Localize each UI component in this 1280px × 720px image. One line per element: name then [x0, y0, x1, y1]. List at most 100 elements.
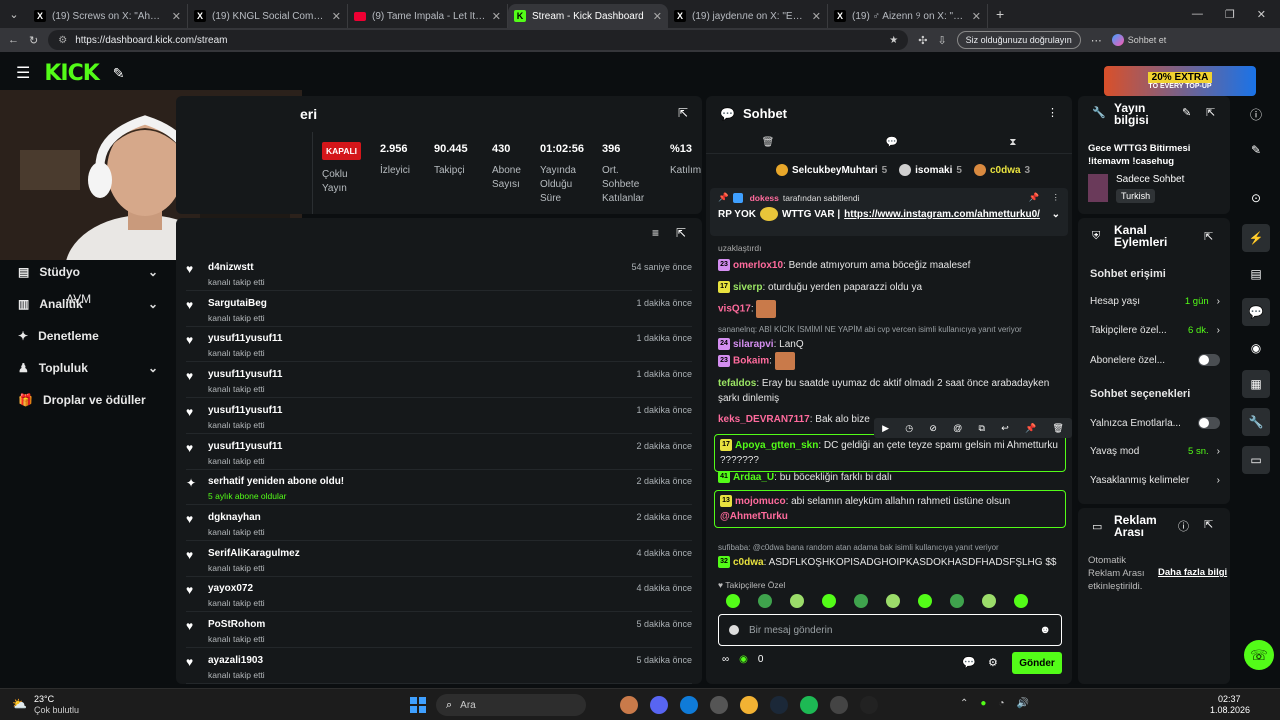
clipboard-icon[interactable]: ▦: [1242, 370, 1270, 398]
sidebar-item[interactable]: ♟ Topluluk ⌄: [0, 352, 176, 384]
chat-username[interactable]: Apoya_gtten_skn: [735, 440, 818, 451]
top-gifter[interactable]: SelcukbeyMuhtari 5: [776, 164, 887, 176]
chat-menu-icon[interactable]: ⋮: [1047, 106, 1058, 119]
help-chat-icon[interactable]: ☏: [1244, 640, 1274, 670]
expand-chevron-icon[interactable]: ⌄: [1052, 209, 1060, 220]
hamburger-menu-icon[interactable]: ☰: [16, 63, 30, 83]
menu-dots-icon[interactable]: ⋯: [1091, 34, 1102, 47]
hourglass-icon[interactable]: ⧗: [1009, 137, 1016, 148]
top-gifter[interactable]: c0dwa 3: [973, 164, 1030, 176]
chat-username[interactable]: mojomuco: [735, 496, 786, 507]
unpin-icon[interactable]: 📌: [1029, 192, 1040, 203]
feed-user-name[interactable]: yayox072: [208, 583, 265, 594]
bookmark-star-icon[interactable]: ★: [889, 35, 898, 46]
maximize-icon[interactable]: ❐: [1225, 8, 1235, 21]
feed-user-name[interactable]: SerifAliKaragulmez: [208, 548, 300, 559]
tray-chevron-icon[interactable]: ⌃: [960, 698, 968, 709]
feed-user-name[interactable]: yusuf11yusuf11: [208, 369, 282, 380]
subs-only-toggle[interactable]: [1198, 354, 1220, 366]
chat-username[interactable]: omerlox10: [733, 260, 783, 271]
browser-tab[interactable]: X (19) ♂ Aizenn ୨ on X: "yemek yay ✕: [828, 4, 988, 28]
news-widget-icon[interactable]: [620, 696, 638, 714]
emote-icon[interactable]: [886, 594, 900, 608]
more-info-link[interactable]: Daha fazla bilgi: [1158, 567, 1227, 578]
chat-username[interactable]: silarapvi: [733, 339, 774, 350]
mention-icon[interactable]: @: [953, 423, 962, 433]
tray-app-icon[interactable]: ●: [980, 698, 986, 709]
reply-icon[interactable]: ↩: [1001, 423, 1009, 434]
pin-tool-icon[interactable]: ✎: [113, 65, 125, 82]
edge-icon[interactable]: [680, 696, 698, 714]
tab-search-icon[interactable]: ⌄: [0, 8, 28, 21]
feed-user-name[interactable]: yusuf11yusuf11: [208, 441, 282, 452]
emote-icon[interactable]: [854, 594, 868, 608]
app-icon[interactable]: [860, 696, 878, 714]
feed-user-name[interactable]: dgknayhan: [208, 512, 265, 523]
chat-input[interactable]: Bir mesaj gönderin ☻: [718, 614, 1062, 646]
tab-close-icon[interactable]: ✕: [653, 10, 662, 23]
account-age-row[interactable]: Hesap yaşı 1 gün ›: [1090, 296, 1220, 307]
browser-tab[interactable]: (9) Tame Impala - Let It Happen (C ✕: [348, 4, 508, 28]
lightning-icon[interactable]: ⚡: [1242, 224, 1270, 252]
filter-icon[interactable]: ≡: [652, 226, 659, 240]
edit-icon[interactable]: ✎: [1242, 136, 1270, 164]
chat-mention[interactable]: @AhmetTurku: [720, 511, 788, 522]
discord-icon[interactable]: [650, 696, 668, 714]
slow-mode-row[interactable]: Yavaş mod 5 sn. ›: [1090, 446, 1220, 457]
top-gifter[interactable]: isomaki 5: [899, 164, 962, 176]
chat-username[interactable]: siverp: [733, 282, 762, 293]
layout-icon[interactable]: ▭: [1242, 446, 1270, 474]
kick-logo[interactable]: KICK: [44, 61, 99, 86]
tab-close-icon[interactable]: ✕: [172, 10, 181, 23]
chat-username[interactable]: visQ17: [718, 304, 751, 315]
feed-user-name[interactable]: serhatif yeniden abone oldu!: [208, 476, 344, 487]
timeout-icon[interactable]: ◷: [905, 423, 913, 434]
tray-network-icon[interactable]: ◔: [998, 698, 1004, 709]
copilot-button[interactable]: Sohbet et: [1111, 34, 1166, 46]
chat-username[interactable]: keks_DEVRAN7117: [718, 414, 810, 425]
chat-username[interactable]: tefaldos: [718, 378, 756, 389]
url-field[interactable]: ⚙ https://dashboard.kick.com/stream ★: [48, 30, 909, 50]
extensions-icon[interactable]: ✣: [918, 34, 927, 47]
tab-close-icon[interactable]: ✕: [332, 10, 341, 23]
feed-user-name[interactable]: PoStRohom: [208, 619, 265, 630]
weather-temp[interactable]: 23°C: [34, 694, 54, 704]
stream-info-popout-icon[interactable]: ⇱: [1206, 106, 1215, 119]
edit-pencil-icon[interactable]: ✎: [1182, 106, 1191, 119]
emote-icon[interactable]: [790, 594, 804, 608]
delete-icon[interactable]: 🗑: [1052, 423, 1063, 434]
files-icon[interactable]: [830, 696, 848, 714]
clock-time[interactable]: 02:37: [1218, 694, 1241, 704]
info-icon[interactable]: ⓘ: [1178, 518, 1189, 534]
chat-username[interactable]: Bokaim: [733, 356, 769, 367]
category-name[interactable]: Sadece Sohbet: [1116, 174, 1184, 185]
tab-close-icon[interactable]: ✕: [972, 10, 981, 23]
reload-icon[interactable]: ↻: [29, 34, 38, 47]
feed-popout-icon[interactable]: ⇱: [676, 226, 686, 240]
back-icon[interactable]: ←: [8, 34, 19, 46]
document-icon[interactable]: ▤: [1242, 260, 1270, 288]
feed-user-name[interactable]: d4nizwstt: [208, 262, 265, 273]
sidebar-item[interactable]: ▤ Stüdyo ⌄: [0, 256, 176, 288]
emote-icon[interactable]: [1014, 594, 1028, 608]
pinned-menu-icon[interactable]: ⋮: [1052, 192, 1061, 203]
chat-tool-icon[interactable]: 💬: [1242, 298, 1270, 326]
followers-only-row[interactable]: Takipçilere özel... 6 dk. ›: [1090, 325, 1220, 336]
ban-icon[interactable]: ⊘: [929, 423, 937, 434]
chat-bubble-settings-icon[interactable]: 💬: [962, 656, 976, 669]
windows-start-icon[interactable]: [410, 697, 426, 713]
tab-close-icon[interactable]: ✕: [492, 10, 501, 23]
feed-user-name[interactable]: SargutaiBeg: [208, 298, 267, 309]
emote-icon[interactable]: [758, 594, 772, 608]
emote-icon[interactable]: [918, 594, 932, 608]
minimize-icon[interactable]: —: [1192, 8, 1203, 21]
steam-icon[interactable]: [770, 696, 788, 714]
ad-popout-icon[interactable]: ⇱: [1204, 518, 1213, 531]
close-window-icon[interactable]: ✕: [1257, 8, 1266, 21]
popout-icon[interactable]: ⇱: [678, 106, 688, 120]
downloads-icon[interactable]: ⇩: [937, 34, 946, 47]
sidebar-item[interactable]: 🎁 Droplar ve ödüller: [0, 384, 176, 416]
emote-icon[interactable]: [982, 594, 996, 608]
send-button[interactable]: Gönder: [1012, 652, 1062, 674]
chrome-icon[interactable]: [740, 696, 758, 714]
